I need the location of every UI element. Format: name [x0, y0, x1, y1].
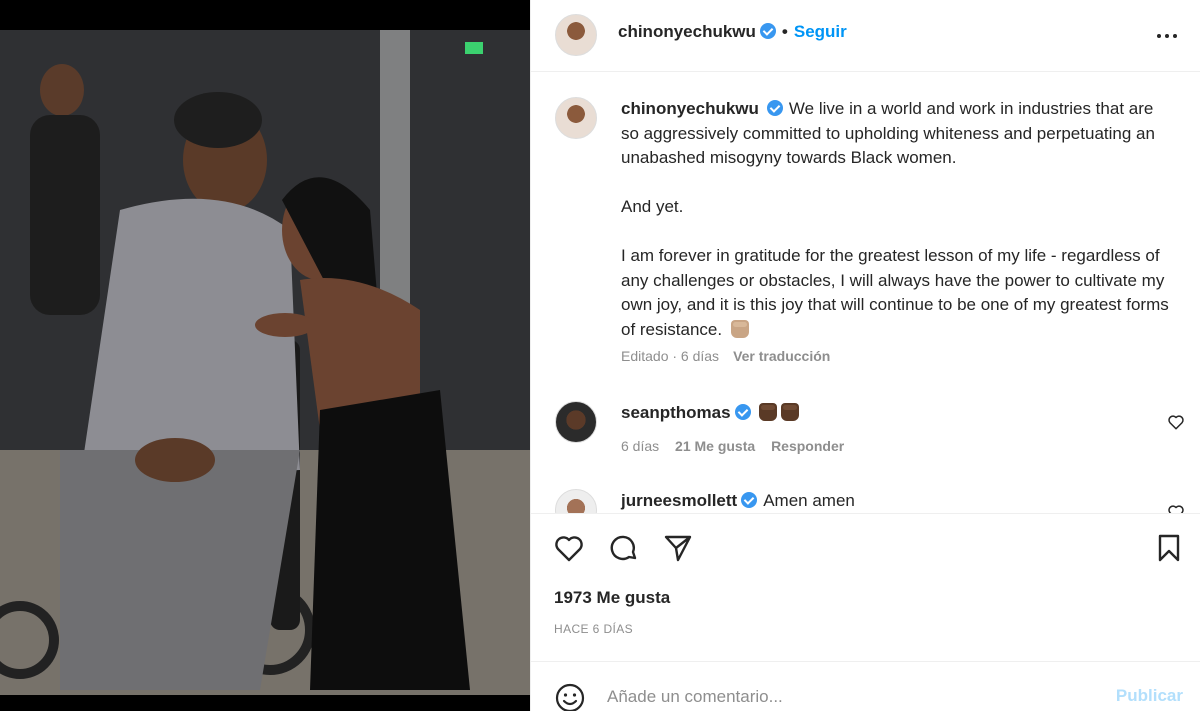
commenter-username[interactable]: seanpthomas	[621, 403, 731, 422]
emoji-icon[interactable]	[554, 682, 586, 711]
post-photo[interactable]	[0, 30, 530, 695]
caption-username[interactable]: chinonyechukwu	[621, 99, 759, 118]
heart-icon[interactable]	[1167, 413, 1185, 431]
heart-icon[interactable]	[553, 532, 585, 564]
comment-icon[interactable]	[608, 532, 640, 564]
follow-button[interactable]: Seguir	[794, 22, 847, 41]
comment-text: seanpthomas	[621, 403, 800, 423]
comment-input[interactable]	[607, 682, 1087, 711]
author-avatar[interactable]	[555, 14, 597, 56]
verified-badge-icon	[766, 100, 783, 116]
edited-label: Editado · 6 días	[621, 348, 720, 364]
comment-text: jurneesmollett Amen amen	[621, 491, 855, 511]
comment-body: Amen amen	[763, 491, 855, 510]
caption-avatar[interactable]	[555, 97, 597, 139]
see-translation-button[interactable]: Ver traducción	[733, 348, 830, 364]
more-icon[interactable]	[1155, 24, 1179, 48]
share-icon[interactable]	[662, 532, 694, 564]
reply-button[interactable]: Responder	[771, 438, 844, 454]
caption-text: chinonyechukwu We live in a world and wor…	[621, 97, 1171, 342]
comments-list[interactable]: chinonyechukwu We live in a world and wor…	[531, 73, 1200, 513]
commenter-avatar[interactable]	[555, 401, 597, 443]
raised-fist-emoji	[730, 319, 749, 338]
commenter-avatar[interactable]	[555, 489, 597, 513]
raised-fist-emoji	[781, 403, 800, 421]
verified-badge-icon	[734, 404, 751, 420]
caption-paragraph-2: And yet.	[621, 197, 684, 216]
post-timestamp: HACE 6 DÍAS	[554, 622, 634, 636]
post-panel: chinonyechukwu • Seguir chinonyechukwu We l…	[530, 0, 1200, 711]
likes-count[interactable]: 1973 Me gusta	[554, 588, 670, 608]
post-header: chinonyechukwu • Seguir	[531, 0, 1200, 72]
bookmark-icon[interactable]	[1153, 532, 1185, 564]
add-comment-bar: Publicar	[531, 661, 1200, 711]
comment-meta: 6 días 21 Me gusta Responder	[621, 438, 856, 454]
publish-button[interactable]: Publicar	[1116, 686, 1183, 706]
photo-pane	[0, 0, 530, 711]
caption-meta: Editado · 6 días Ver traducción	[621, 348, 830, 364]
author-username[interactable]: chinonyechukwu	[618, 22, 756, 41]
verified-badge-icon	[741, 492, 758, 508]
separator-dot: •	[781, 22, 788, 41]
caption-paragraph-3: I am forever in gratitude for the greate…	[621, 246, 1169, 339]
comment-likes[interactable]: 21 Me gusta	[675, 438, 755, 454]
comment-time: 6 días	[621, 438, 660, 454]
actions-area: 1973 Me gusta HACE 6 DÍAS	[531, 513, 1200, 661]
commenter-username[interactable]: jurneesmollett	[621, 491, 737, 510]
photo-illustration	[0, 30, 530, 695]
raised-fist-emoji	[759, 403, 778, 421]
heart-icon[interactable]	[1167, 503, 1185, 513]
header-line: chinonyechukwu • Seguir	[618, 22, 847, 42]
verified-badge-icon	[759, 23, 776, 39]
